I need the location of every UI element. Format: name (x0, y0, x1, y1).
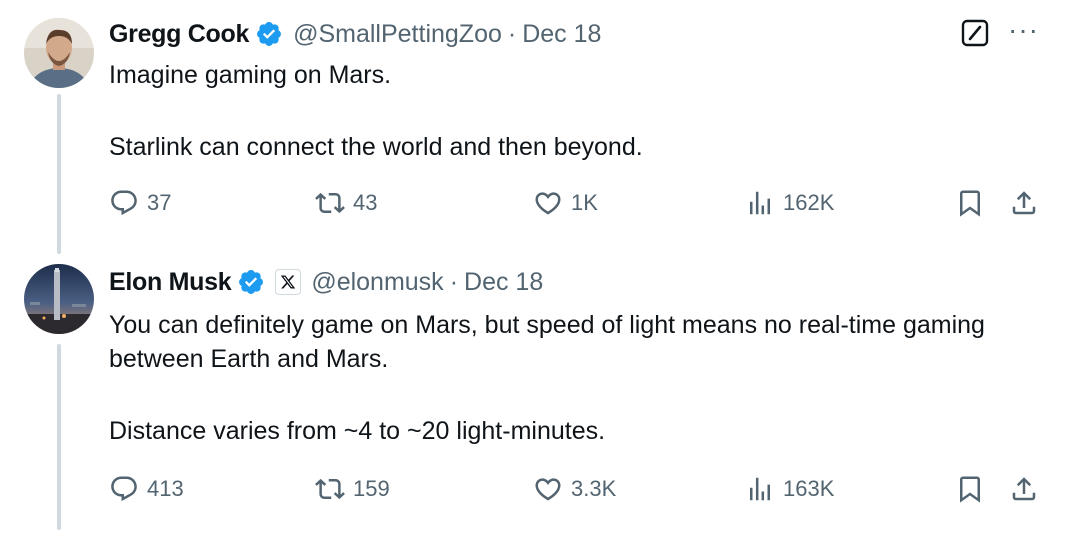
views-button[interactable]: 162K (745, 188, 834, 218)
bookmark-icon (960, 190, 980, 217)
like-count: 1K (571, 190, 598, 215)
tweet[interactable]: Gregg Cook @SmallPettingZoo · Dec 18 ···… (0, 0, 1068, 250)
like-button[interactable]: 1K (533, 188, 598, 218)
reply-button[interactable]: 413 (109, 474, 184, 504)
author-handle[interactable]: @SmallPettingZoo (293, 20, 502, 49)
reply-button[interactable]: 37 (109, 188, 171, 218)
views-icon (750, 477, 770, 501)
like-button[interactable]: 3.3K (533, 474, 616, 504)
bookmark-icon (960, 476, 980, 503)
bookmark-button[interactable] (955, 188, 985, 218)
reply-count: 413 (147, 476, 184, 501)
repost-button[interactable]: 43 (315, 188, 377, 218)
like-count: 3.3K (571, 476, 617, 501)
repost-count: 159 (353, 476, 390, 501)
views-count: 163K (783, 476, 835, 501)
tweet-header: Elon Musk @elonmusk · Dec 18 (109, 262, 543, 302)
bookmark-button[interactable] (955, 474, 985, 504)
heart-icon (535, 478, 561, 501)
verified-icon (255, 20, 283, 48)
tweet-date[interactable]: Dec 18 (522, 20, 601, 49)
separator-dot: · (449, 267, 459, 296)
author-handle[interactable]: @elonmusk (311, 268, 443, 297)
more-options-icon[interactable]: ··· (1008, 16, 1039, 44)
tweet-top-actions: ··· (960, 16, 1039, 48)
reply-count: 37 (147, 190, 172, 215)
author-name[interactable]: Elon Musk (109, 268, 232, 297)
verified-icon (237, 268, 265, 296)
x-logo-icon[interactable] (275, 269, 302, 295)
tweet-text: Imagine gaming on Mars. Starlink can con… (109, 58, 643, 164)
views-icon (750, 191, 770, 215)
tweet[interactable]: Elon Musk @elonmusk · Dec 18 You can def… (0, 262, 1068, 548)
views-button[interactable]: 163K (745, 474, 834, 504)
author-name[interactable]: Gregg Cook (109, 20, 249, 49)
tweet-paragraph: Distance varies from ~4 to ~20 light-min… (109, 417, 606, 445)
tweet-paragraph: Starlink can connect the world and then … (109, 133, 643, 161)
reply-icon (111, 476, 137, 502)
reply-icon (111, 190, 137, 216)
tweet-date[interactable]: Dec 18 (464, 268, 543, 297)
repost-icon (315, 478, 345, 500)
avatar[interactable] (24, 264, 94, 334)
tweet-text: You can definitely game on Mars, but spe… (109, 308, 1009, 448)
share-icon (1012, 477, 1036, 501)
tweet-paragraph: Imagine gaming on Mars. (109, 61, 392, 89)
share-icon (1012, 191, 1036, 215)
heart-icon (535, 192, 561, 215)
grok-icon[interactable] (960, 18, 990, 48)
views-count: 162K (783, 190, 835, 215)
share-button[interactable] (1009, 188, 1039, 218)
repost-count: 43 (353, 190, 378, 215)
avatar[interactable] (24, 18, 94, 88)
separator-dot: · (507, 19, 517, 48)
repost-button[interactable]: 159 (315, 474, 390, 504)
tweet-header: Gregg Cook @SmallPettingZoo · Dec 18 (109, 14, 601, 54)
tweet-actions: 37 43 1K 162K (109, 188, 1049, 222)
tweet-actions: 413 159 3.3K 163K (109, 474, 1049, 508)
share-button[interactable] (1009, 474, 1039, 504)
tweet-paragraph: You can definitely game on Mars, but spe… (109, 311, 985, 373)
repost-icon (315, 192, 345, 214)
